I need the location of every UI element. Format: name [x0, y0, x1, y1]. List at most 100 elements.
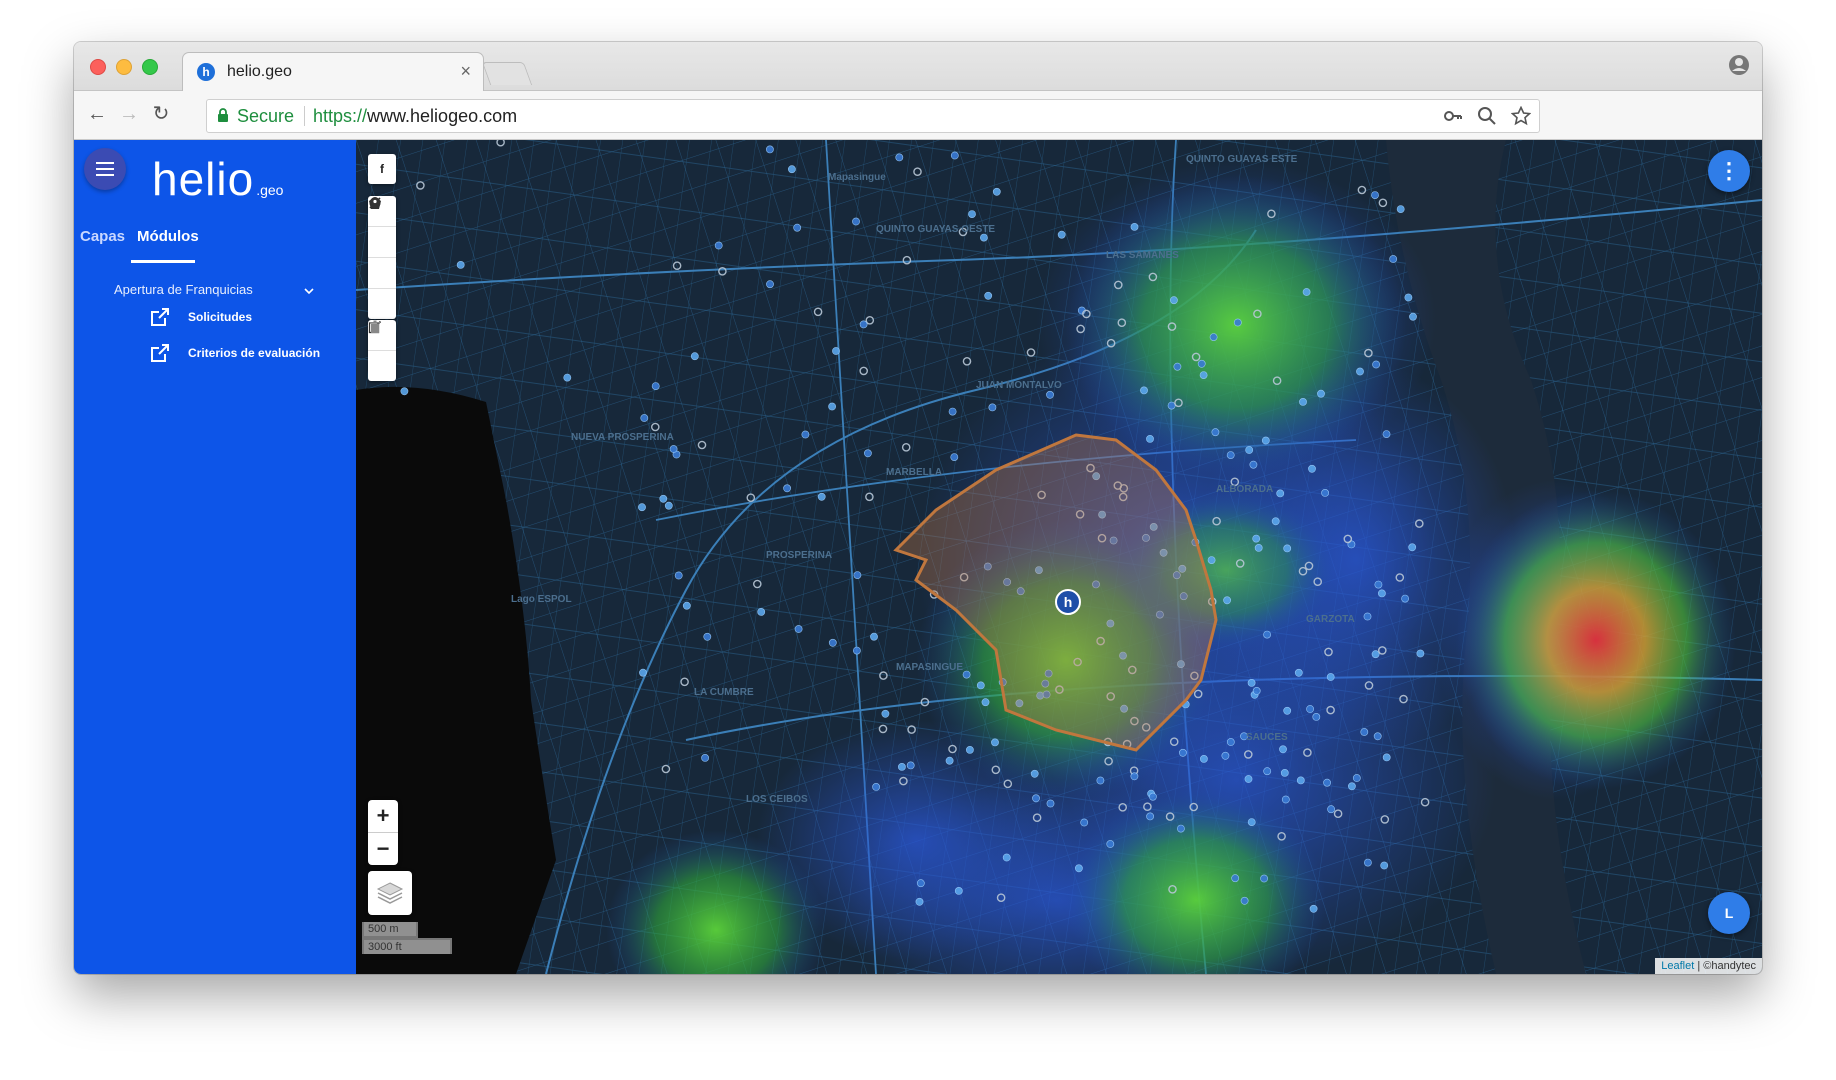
hamburger-menu-button[interactable]	[84, 148, 126, 190]
maximize-window-button[interactable]	[142, 59, 158, 75]
draw-polygon-button[interactable]	[368, 197, 396, 258]
point-marker	[968, 210, 976, 218]
address-bar[interactable]: Secure https://www.heliogeo.com	[206, 99, 1540, 133]
neighborhood-label: PROSPERINA	[766, 550, 832, 561]
point-marker	[1249, 460, 1258, 469]
draw-toggle-button[interactable]: f	[368, 154, 396, 184]
reload-icon[interactable]: ↻	[150, 103, 172, 125]
point-marker	[664, 501, 673, 510]
point-marker	[1382, 430, 1391, 438]
chevron-down-icon[interactable]	[303, 285, 315, 297]
point-marker	[783, 484, 791, 493]
point-marker	[1032, 794, 1040, 803]
zoom-in-button[interactable]: +	[368, 800, 398, 833]
neighborhood-label: LOS CEIBOS	[746, 794, 808, 805]
point-marker	[1096, 776, 1105, 785]
external-link-icon	[151, 344, 169, 362]
point-marker	[895, 153, 904, 162]
point-marker	[992, 187, 1001, 196]
attribution-text: | ©handytec	[1697, 960, 1756, 972]
neighborhood-label: MAPASINGUE	[896, 662, 963, 673]
app-content: helio .geo Capas Módulos Apertura de Fran…	[74, 140, 1762, 974]
secure-label: Secure	[237, 106, 295, 126]
module-item-criterios[interactable]: Criterios de evaluación	[150, 342, 320, 364]
point-marker	[872, 783, 880, 791]
map-layer[interactable]: h QUINTO GUAYAS ESTE QUINTO GUAYAS OESTE…	[356, 140, 1762, 974]
point-marker	[950, 453, 959, 461]
star-icon[interactable]	[1511, 106, 1531, 126]
point-marker	[1326, 673, 1335, 681]
point-marker	[1080, 818, 1089, 827]
key-icon[interactable]	[1443, 106, 1463, 126]
point-marker	[794, 625, 803, 633]
point-marker	[1263, 767, 1272, 776]
point-marker	[1252, 534, 1261, 543]
profile-icon[interactable]	[1728, 54, 1750, 76]
point-marker	[1030, 769, 1039, 778]
point-marker	[1223, 596, 1231, 605]
point-marker	[1352, 774, 1361, 782]
point-marker	[1200, 755, 1208, 763]
layers-button[interactable]	[368, 871, 412, 915]
neighborhood-label: QUINTO GUAYAS OESTE	[876, 224, 995, 235]
heatmap-hotspot-red	[1456, 490, 1736, 790]
point-marker	[1374, 580, 1383, 589]
close-window-button[interactable]	[90, 59, 106, 75]
neighborhood-label: ALBORADA	[1216, 484, 1273, 495]
zoom-out-button[interactable]: −	[368, 833, 398, 865]
point-marker	[1396, 205, 1405, 213]
point-marker	[640, 414, 649, 422]
location-marker[interactable]: h	[1055, 589, 1081, 615]
leaflet-link[interactable]: Leaflet	[1661, 960, 1694, 972]
delete-layers-button[interactable]	[368, 320, 396, 381]
url-text[interactable]: https://www.heliogeo.com	[313, 106, 517, 127]
browser-tab[interactable]: h helio.geo ×	[182, 52, 484, 91]
draw-marker-button[interactable]	[368, 197, 396, 319]
zoom-icon[interactable]	[1477, 106, 1497, 126]
point-marker	[1146, 812, 1154, 821]
neighborhood-label: GARZOTA	[1306, 614, 1355, 625]
point-marker	[1389, 255, 1398, 263]
module-item-solicitudes[interactable]: Solicitudes	[150, 306, 252, 328]
point-marker	[1371, 650, 1380, 659]
point-marker	[1247, 818, 1256, 826]
point-marker	[1221, 751, 1230, 760]
point-marker	[1046, 390, 1054, 399]
point-marker	[801, 430, 810, 439]
point-marker	[563, 373, 572, 382]
draw-circle-button[interactable]	[368, 197, 396, 289]
user-avatar-button[interactable]: L	[1708, 892, 1750, 934]
new-tab-button[interactable]	[481, 62, 533, 85]
point-marker	[1130, 223, 1139, 231]
module-group-title[interactable]: Apertura de Franquicias	[114, 282, 253, 297]
map-canvas[interactable]: h QUINTO GUAYAS ESTE QUINTO GUAYAS OESTE…	[356, 140, 1762, 974]
neighborhood-label: LAS SAMANES	[1106, 250, 1179, 261]
point-marker	[1226, 451, 1235, 459]
point-marker	[828, 402, 836, 411]
minimize-window-button[interactable]	[116, 59, 132, 75]
back-arrow-icon[interactable]: ←	[86, 103, 108, 125]
point-marker	[1197, 359, 1206, 368]
tab-modulos[interactable]: Módulos	[137, 228, 199, 245]
draw-toggle[interactable]: f	[368, 154, 396, 184]
point-marker	[954, 887, 963, 895]
point-marker	[1252, 687, 1261, 695]
more-options-button[interactable]: ⋮	[1708, 150, 1750, 192]
zoom-control: + −	[368, 800, 398, 865]
point-marker	[1416, 649, 1425, 658]
tab-close-button[interactable]: ×	[460, 61, 471, 82]
point-marker	[1263, 630, 1271, 639]
forward-arrow-icon[interactable]: →	[118, 103, 140, 125]
tab-capas[interactable]: Capas	[80, 228, 125, 245]
point-marker	[881, 709, 890, 718]
point-marker	[1130, 772, 1139, 781]
point-marker	[1382, 753, 1391, 762]
point-marker	[870, 632, 878, 641]
point-marker	[787, 165, 796, 174]
point-marker	[966, 746, 974, 754]
point-marker	[859, 320, 868, 329]
edit-toolbar	[368, 320, 396, 381]
point-marker	[1207, 556, 1216, 564]
point-marker	[1380, 861, 1389, 870]
point-marker	[1321, 488, 1329, 497]
